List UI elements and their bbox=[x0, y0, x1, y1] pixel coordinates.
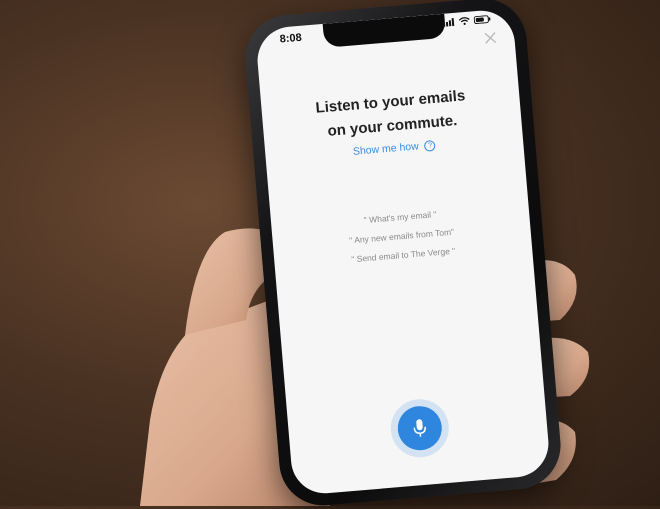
status-time: 8:08 bbox=[279, 31, 303, 46]
close-icon[interactable] bbox=[482, 29, 499, 46]
cellular-signal-icon bbox=[443, 17, 455, 27]
microphone-button[interactable] bbox=[388, 396, 452, 460]
microphone-button-core bbox=[396, 404, 444, 452]
iphone: 8:08 Listen to your emails on your commu… bbox=[241, 0, 565, 509]
status-icons bbox=[443, 15, 492, 27]
wifi-icon bbox=[458, 17, 470, 25]
photo-scene: 8:08 Listen to your emails on your commu… bbox=[0, 0, 660, 509]
phone-screen: 8:08 Listen to your emails on your commu… bbox=[254, 8, 552, 496]
battery-icon bbox=[473, 15, 491, 25]
microphone-icon bbox=[413, 419, 426, 437]
help-icon: ? bbox=[424, 139, 437, 152]
show-me-how-label: Show me how bbox=[352, 140, 420, 158]
example-commands: " What's my email " " Any new emails fro… bbox=[271, 197, 533, 275]
